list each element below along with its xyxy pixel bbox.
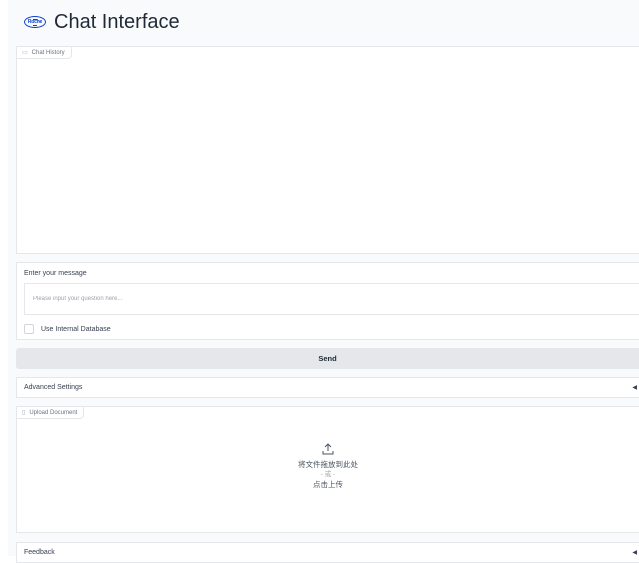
upload-document-panel[interactable]: ▯ Upload Document 将文件拖放到此处 - 或 - 点击上传 (16, 406, 639, 533)
chat-bubble-icon: ▭ (22, 50, 28, 56)
feedback-label: Feedback (24, 549, 55, 556)
internal-db-option[interactable]: Use Internal Database (24, 324, 111, 334)
roche-logo: Roche (24, 16, 46, 28)
app-container: Roche Chat Interface ▭ Chat History Ente… (8, 0, 639, 563)
caret-left-icon: ◀ (632, 385, 637, 391)
internal-db-checkbox[interactable] (24, 324, 34, 334)
upload-document-tag: ▯ Upload Document (17, 407, 85, 419)
caret-left-icon: ◀ (632, 550, 637, 556)
message-label: Enter your message (24, 270, 87, 277)
or-text: - 或 - (320, 471, 336, 478)
message-block: Enter your message Use Internal Database (16, 262, 639, 340)
logo-text: Roche (27, 19, 43, 25)
chat-history-label: Chat History (31, 49, 65, 56)
header: Roche Chat Interface (8, 6, 639, 38)
page-title: Chat Interface (54, 10, 180, 33)
chat-history-tag: ▭ Chat History (17, 47, 72, 59)
send-button[interactable]: Send (16, 348, 639, 369)
drop-text: 将文件拖放到此处 (298, 460, 358, 469)
advanced-settings-accordion[interactable]: Advanced Settings ◀ (16, 377, 639, 398)
upload-document-label: Upload Document (29, 409, 78, 416)
internal-db-label: Use Internal Database (41, 325, 111, 333)
upload-icon (322, 443, 334, 455)
file-icon: ▯ (22, 410, 26, 416)
chat-history-panel[interactable]: ▭ Chat History (16, 46, 639, 254)
advanced-settings-label: Advanced Settings (24, 384, 83, 391)
feedback-accordion[interactable]: Feedback ◀ (16, 542, 639, 563)
upload-dropzone[interactable]: 将文件拖放到此处 - 或 - 点击上传 (17, 443, 639, 490)
message-input[interactable] (24, 283, 639, 315)
click-to-upload-text[interactable]: 点击上传 (313, 480, 343, 490)
